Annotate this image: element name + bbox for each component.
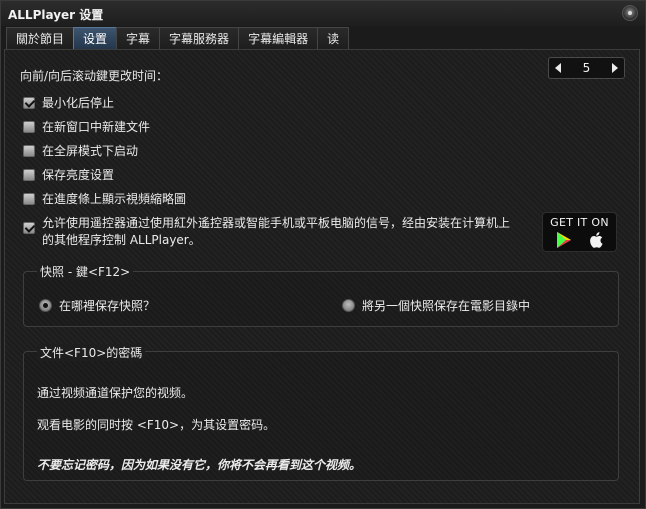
- scroll-time-value: 5: [582, 61, 591, 75]
- option-save-brightness[interactable]: 保存亮度设置: [23, 167, 114, 184]
- checkbox-start-fullscreen[interactable]: [23, 145, 35, 157]
- tab-read[interactable]: 读: [317, 27, 350, 50]
- snapshot-group-title: 快照 - 鍵<F12>: [37, 263, 134, 280]
- window-title: ALLPlayer 设置: [8, 8, 104, 22]
- option-label: 保存亮度设置: [42, 168, 115, 182]
- store-badge[interactable]: GET IT ON: [542, 212, 617, 252]
- radio-movie-directory[interactable]: [342, 299, 355, 312]
- checkbox-save-brightness[interactable]: [23, 169, 35, 181]
- tab-bar: 關於節目 设置 字幕 字幕服務器 字幕編輯器 读: [6, 27, 350, 50]
- snapshot-option-ask[interactable]: 在哪裡保存快照？: [39, 297, 155, 314]
- radio-ask-location[interactable]: [39, 299, 52, 312]
- checkbox-new-window[interactable]: [23, 121, 35, 133]
- radio-label: 在哪裡保存快照？: [59, 299, 156, 313]
- option-remote-control[interactable]: 允许使用遥控器通过使用紅外遙控器或智能手机或平板电脑的信号，经由安装在计算机上 …: [23, 215, 510, 249]
- password-group-title: 文件<F10>的密碼: [37, 344, 146, 361]
- option-seekbar-thumbnails[interactable]: 在進度條上顯示視頻縮略圖: [23, 191, 186, 208]
- tab-about[interactable]: 關於節目: [6, 27, 75, 50]
- close-icon: [628, 11, 632, 15]
- scroll-time-label: 向前/向后滚动鍵更改时间：: [20, 69, 169, 83]
- scroll-time-stepper[interactable]: 5: [548, 57, 625, 79]
- store-badge-text: GET IT ON: [550, 216, 609, 229]
- decrement-arrow-icon[interactable]: [555, 63, 561, 73]
- tab-subtitle-editor[interactable]: 字幕編輯器: [238, 27, 319, 50]
- option-label: 在全屏模式下启动: [42, 144, 139, 158]
- password-warning: 不要忘记密码，因为如果没有它，你将不会再看到这个视频。: [37, 458, 362, 472]
- checkbox-remote-control[interactable]: [23, 222, 35, 234]
- tab-subtitles[interactable]: 字幕: [116, 27, 161, 50]
- tab-settings[interactable]: 设置: [73, 27, 118, 50]
- option-stop-on-minimize[interactable]: 最小化后停止: [23, 95, 114, 112]
- increment-arrow-icon[interactable]: [611, 63, 618, 73]
- checkbox-seekbar-thumbnails[interactable]: [23, 193, 35, 205]
- option-label: 最小化后停止: [42, 96, 115, 110]
- checkbox-stop-on-minimize[interactable]: [23, 97, 35, 109]
- radio-label: 將另一個快照保存在電影目錄中: [362, 299, 531, 313]
- option-label: 在進度條上顯示視頻縮略圖: [42, 192, 187, 206]
- option-label-line2: 的其他程序控制 ALLPlayer。: [42, 233, 201, 247]
- apple-icon: [590, 232, 603, 248]
- title-bar[interactable]: ALLPlayer 设置: [1, 1, 645, 26]
- option-new-window[interactable]: 在新窗口中新建文件: [23, 119, 150, 136]
- google-play-icon: [557, 232, 571, 248]
- option-label-line1: 允许使用遥控器通过使用紅外遙控器或智能手机或平板电脑的信号，经由安装在计算机上: [42, 216, 511, 230]
- tab-subtitle-servers[interactable]: 字幕服務器: [159, 27, 240, 50]
- option-label: 允许使用遥控器通过使用紅外遙控器或智能手机或平板电脑的信号，经由安装在计算机上 …: [42, 215, 510, 249]
- password-line-2: 观看电影的同时按 <F10>，为其设置密码。: [37, 418, 276, 432]
- option-start-fullscreen[interactable]: 在全屏模式下启动: [23, 143, 138, 160]
- password-line-1: 通过视频通道保护您的视频。: [37, 386, 194, 400]
- snapshot-option-movie-dir[interactable]: 將另一個快照保存在電影目錄中: [342, 297, 530, 314]
- window-close-button[interactable]: [622, 5, 638, 21]
- option-label: 在新窗口中新建文件: [42, 120, 151, 134]
